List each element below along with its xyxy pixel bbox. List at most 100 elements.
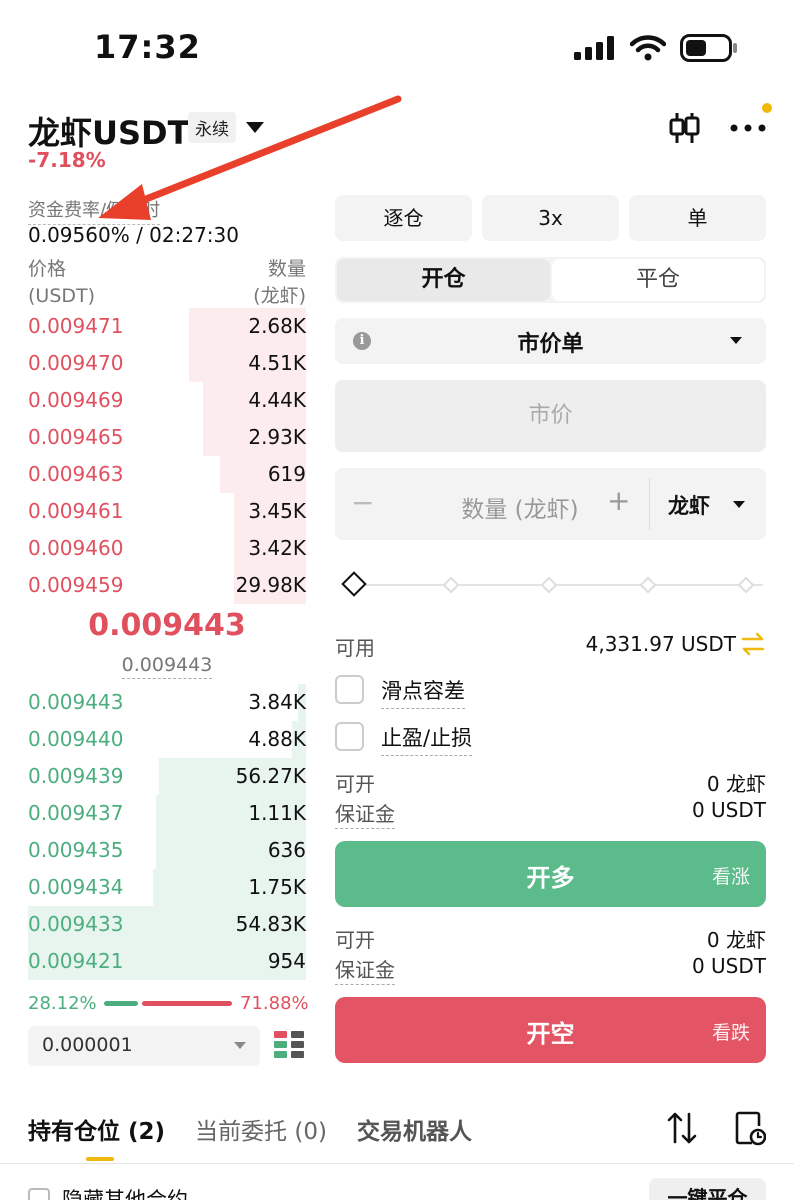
ask-row[interactable]: 0.009470 4.51K — [28, 345, 306, 382]
qty-header-label: 数量 — [267, 258, 306, 280]
hide-other-contracts-checkbox[interactable] — [28, 1188, 50, 1200]
open-short-button[interactable]: 开空 看跌 — [335, 997, 766, 1063]
slider-track — [353, 584, 763, 586]
ask-row[interactable]: 0.009469 4.44K — [28, 382, 306, 419]
orderbook-price-header: 价格 (USDT) — [28, 256, 95, 310]
open-short-label: 开空 — [526, 1020, 575, 1048]
mark-price: 0.009443 — [28, 654, 306, 679]
order-qty: 1.75K — [248, 875, 306, 899]
tab-close[interactable]: 平仓 — [552, 259, 764, 301]
ask-row[interactable]: 0.009463 619 — [28, 456, 306, 493]
short-can-open-value: 0 龙虾 — [706, 928, 766, 952]
orderbook-layout-icon[interactable] — [274, 1029, 304, 1061]
order-price: 0.009460 — [28, 536, 124, 560]
chevron-down-icon — [733, 501, 745, 508]
ask-row[interactable]: 0.009460 3.42K — [28, 530, 306, 567]
sell-ratio: 71.88% — [240, 993, 309, 1014]
open-long-label: 开多 — [526, 864, 575, 892]
short-can-open-label: 可开 — [335, 928, 375, 952]
pair-dropdown-icon[interactable] — [246, 122, 264, 133]
quantity-unit-select[interactable]: 龙虾 — [668, 490, 710, 520]
position-mode-button[interactable]: 单 — [629, 195, 766, 241]
contract-type-badge: 永续 — [188, 112, 236, 143]
slider-step-50[interactable] — [540, 576, 558, 594]
orderbook-qty-header: 数量 (龙虾) — [253, 256, 306, 310]
minus-icon[interactable]: − — [351, 486, 374, 519]
tab-open-orders[interactable]: 当前委托 (0) — [195, 1112, 327, 1146]
sort-icon[interactable] — [666, 1110, 698, 1146]
tab-open[interactable]: 开仓 — [337, 259, 550, 301]
tab-trading-bot[interactable]: 交易机器人 — [357, 1112, 472, 1146]
slippage-checkbox[interactable] — [335, 675, 364, 704]
order-qty: 54.83K — [235, 912, 306, 936]
order-price: 0.009435 — [28, 838, 124, 862]
bid-row[interactable]: 0.009421 954 — [28, 943, 306, 980]
open-long-button[interactable]: 开多 看涨 — [335, 841, 766, 907]
order-qty: 2.93K — [248, 425, 306, 449]
available-label: 可用 — [335, 636, 375, 660]
bid-row[interactable]: 0.009434 1.75K — [28, 869, 306, 906]
chevron-down-icon — [730, 337, 742, 344]
mark-price-value: 0.009443 — [121, 654, 213, 679]
long-margin-value: 0 USDT — [691, 798, 766, 822]
price-header-label: 价格 — [28, 258, 67, 280]
more-icon[interactable] — [728, 118, 768, 138]
candlestick-chart-icon[interactable] — [666, 110, 702, 146]
slider-handle[interactable] — [341, 571, 367, 597]
close-all-button[interactable]: 一键平仓 — [649, 1178, 766, 1200]
ask-row[interactable]: 0.009465 2.93K — [28, 419, 306, 456]
leverage-button[interactable]: 3x — [482, 195, 619, 241]
tab-positions[interactable]: 持有仓位 (2) — [28, 1112, 165, 1146]
order-price: 0.009421 — [28, 949, 124, 973]
status-time: 17:32 — [94, 28, 201, 66]
price-change: -7.18% — [28, 148, 106, 172]
slider-step-100[interactable] — [737, 576, 755, 594]
order-qty: 4.51K — [248, 351, 306, 375]
tpsl-checkbox[interactable] — [335, 722, 364, 751]
order-type-label: 市价单 — [517, 332, 584, 357]
order-qty: 619 — [267, 462, 306, 486]
order-qty: 4.88K — [248, 727, 306, 751]
long-margin-label-text: 保证金 — [335, 802, 395, 829]
plus-icon[interactable]: + — [607, 484, 630, 517]
bid-row[interactable]: 0.009435 636 — [28, 832, 306, 869]
order-price: 0.009443 — [28, 690, 124, 714]
quantity-slider[interactable] — [341, 571, 763, 598]
long-can-open-value: 0 龙虾 — [706, 772, 766, 796]
slider-step-75[interactable] — [639, 576, 657, 594]
hide-other-contracts-label: 隐藏其他合约 — [62, 1188, 188, 1200]
ask-row[interactable]: 0.009471 2.68K — [28, 308, 306, 345]
bid-row[interactable]: 0.009440 4.88K — [28, 721, 306, 758]
price-input[interactable]: 市价 — [335, 380, 766, 452]
active-tab-indicator — [86, 1157, 114, 1161]
long-can-open-label: 可开 — [335, 772, 375, 796]
open-close-toggle: 开仓 平仓 — [335, 257, 766, 303]
order-price: 0.009463 — [28, 462, 124, 486]
slider-step-25[interactable] — [442, 576, 460, 594]
bid-row[interactable]: 0.009437 1.11K — [28, 795, 306, 832]
status-icons — [574, 34, 738, 62]
bid-row[interactable]: 0.009439 56.27K — [28, 758, 306, 795]
order-type-select[interactable]: i 市价单 — [335, 318, 766, 364]
bid-row[interactable]: 0.009443 3.84K — [28, 684, 306, 721]
ask-row[interactable]: 0.009461 3.45K — [28, 493, 306, 530]
bid-row[interactable]: 0.009433 54.83K — [28, 906, 306, 943]
margin-mode-button[interactable]: 逐仓 — [335, 195, 472, 241]
short-margin-label: 保证金 — [335, 954, 395, 985]
order-price: 0.009434 — [28, 875, 124, 899]
transfer-icon[interactable] — [740, 632, 766, 656]
slippage-label: 滑点容差 — [381, 675, 465, 709]
order-qty: 954 — [267, 949, 306, 973]
ask-row[interactable]: 0.009459 29.98K — [28, 567, 306, 604]
precision-select[interactable]: 0.000001 — [28, 1026, 260, 1066]
funding-rate-value: 0.09560% / 02:27:30 — [28, 223, 239, 247]
long-margin-label: 保证金 — [335, 798, 395, 829]
battery-icon — [680, 34, 737, 62]
order-qty: 56.27K — [235, 764, 306, 788]
price-header-unit: (USDT) — [28, 285, 96, 307]
buy-ratio-bar — [104, 1001, 138, 1006]
history-icon[interactable] — [734, 1110, 766, 1146]
short-margin-label-text: 保证金 — [335, 958, 395, 985]
funding-rate-label[interactable]: 资金费率/倒计时 — [28, 196, 161, 225]
order-price: 0.009437 — [28, 801, 124, 825]
